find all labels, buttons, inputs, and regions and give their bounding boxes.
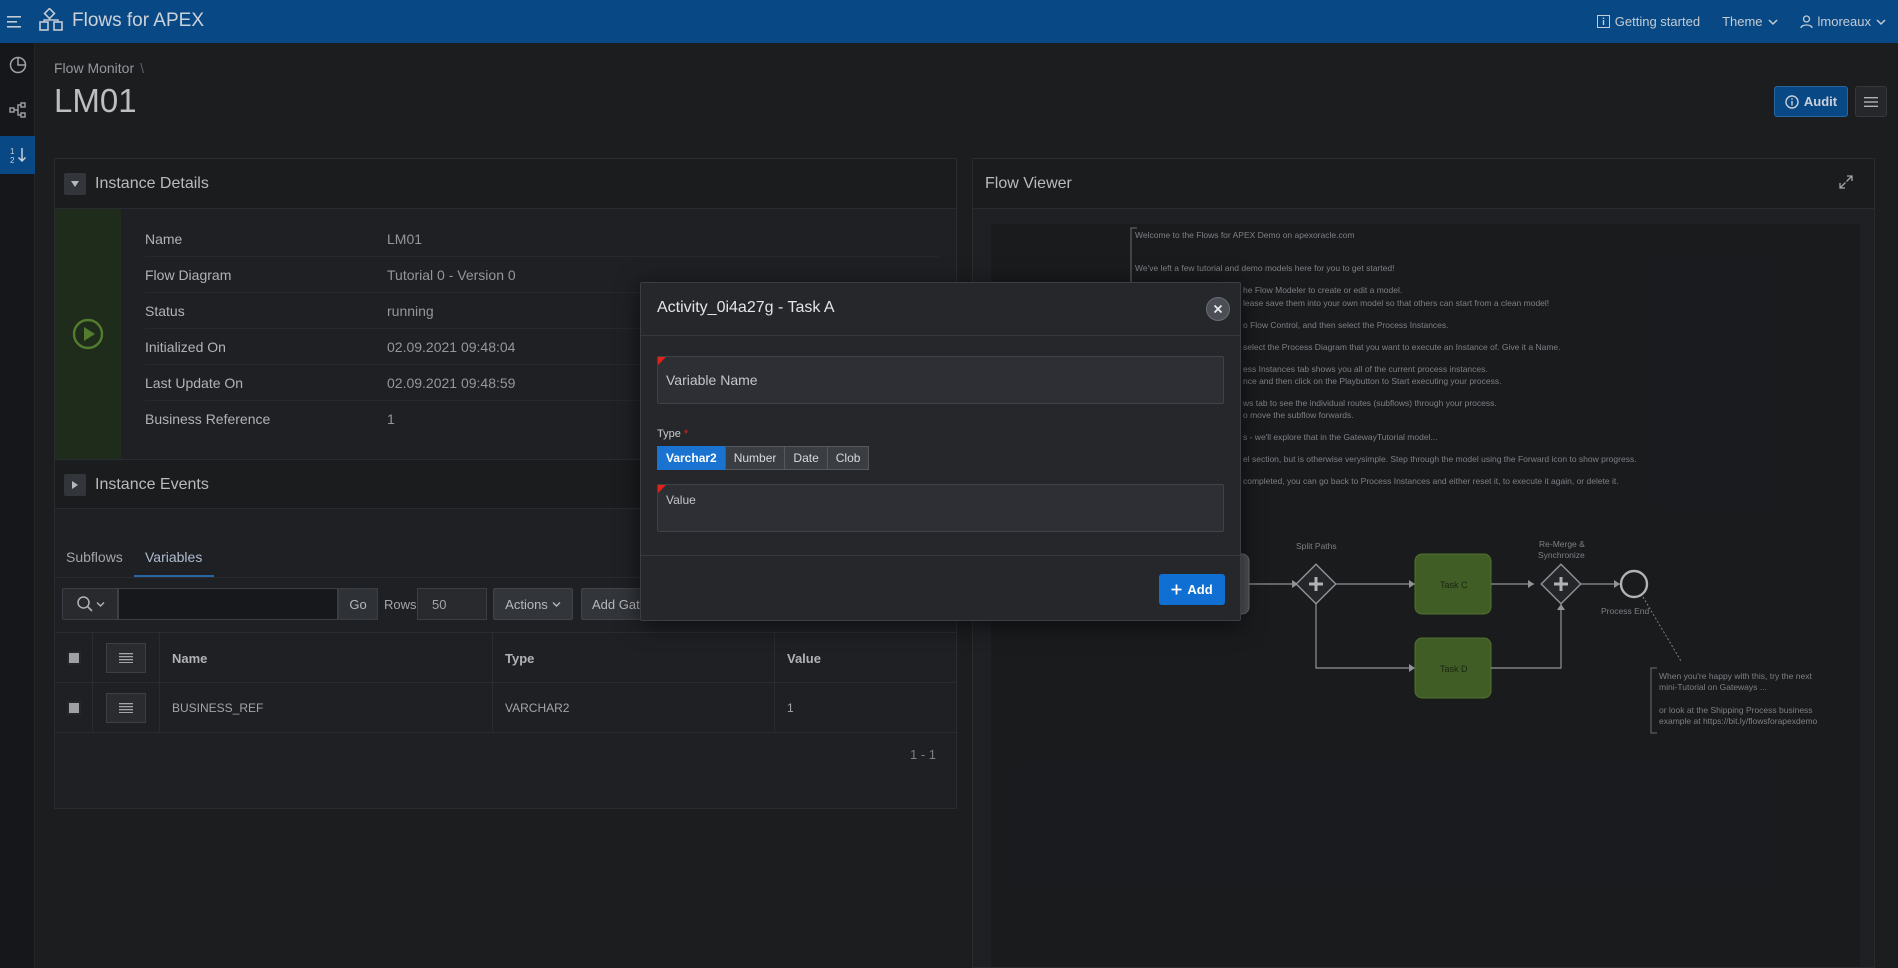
- add-button[interactable]: Add: [1159, 574, 1225, 605]
- type-option-clob[interactable]: Clob: [826, 446, 870, 470]
- add-label: Add: [1187, 582, 1213, 597]
- dialog-divider: [641, 335, 1240, 336]
- required-indicator: [658, 485, 666, 493]
- dialog-title: Activity_0i4a27g - Task A: [657, 299, 835, 316]
- type-option-varchar2[interactable]: Varchar2: [657, 446, 726, 470]
- required-indicator: [658, 357, 666, 365]
- dialog-divider: [641, 555, 1240, 556]
- close-icon: [1213, 304, 1223, 314]
- value-field[interactable]: [657, 484, 1224, 532]
- type-radio-group: Varchar2 Number Date Clob: [657, 446, 870, 470]
- variable-name-input[interactable]: [658, 357, 1223, 403]
- value-textarea[interactable]: [658, 485, 1223, 531]
- add-variable-dialog: Activity_0i4a27g - Task A Type* Varchar2…: [640, 282, 1241, 621]
- type-option-date[interactable]: Date: [784, 446, 828, 470]
- plus-icon: [1171, 584, 1182, 595]
- type-label-text: Type: [657, 428, 681, 440]
- close-button[interactable]: [1206, 297, 1230, 321]
- type-label: Type *: [657, 428, 688, 440]
- required-star: *: [683, 428, 689, 440]
- variable-name-field[interactable]: [657, 356, 1224, 404]
- type-option-number[interactable]: Number: [724, 446, 786, 470]
